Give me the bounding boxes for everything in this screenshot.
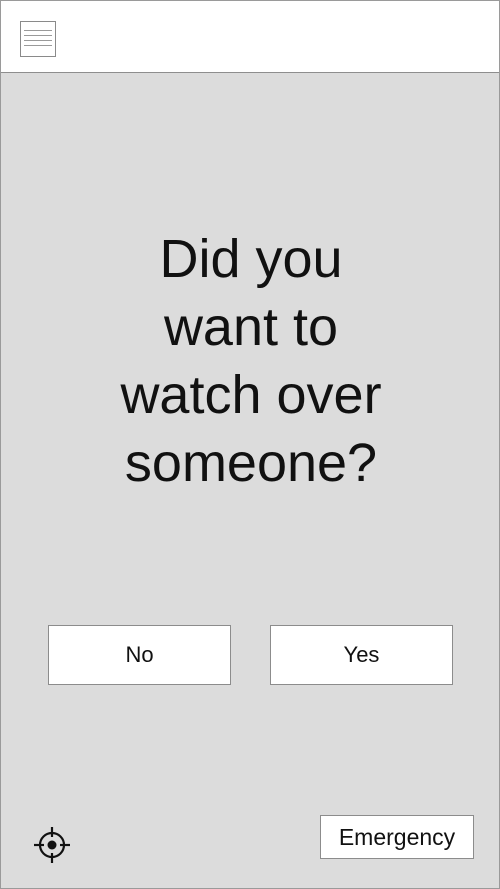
emergency-button[interactable]: Emergency <box>320 815 474 859</box>
yes-button[interactable]: Yes <box>270 625 453 685</box>
app-screen: Did you want to watch over someone? No Y… <box>0 0 500 889</box>
main-panel: Did you want to watch over someone? No Y… <box>1 73 499 888</box>
crosshair-locate-icon <box>34 827 70 863</box>
no-button[interactable]: No <box>48 625 231 685</box>
header-bar <box>1 1 499 73</box>
menu-button[interactable] <box>20 21 56 57</box>
question-text: Did you want to watch over someone? <box>120 229 382 493</box>
locate-button[interactable] <box>32 825 72 865</box>
